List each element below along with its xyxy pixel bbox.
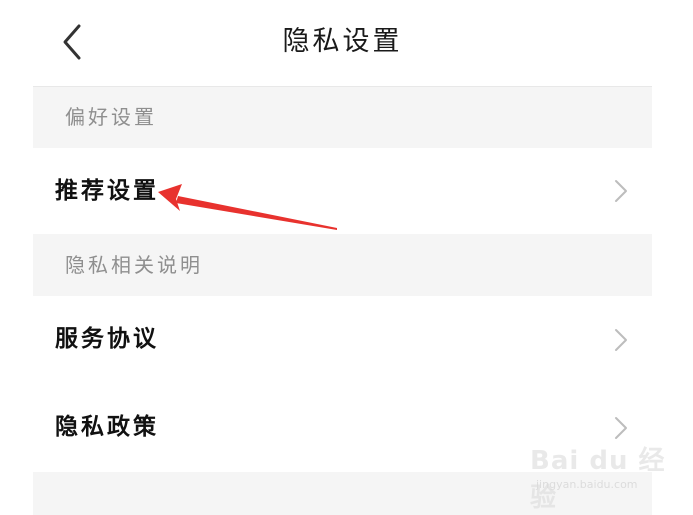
row-label: 推荐设置 [55,177,159,204]
watermark-url: jingyan.baidu.com [536,478,638,491]
row-label: 服务协议 [55,325,159,352]
settings-panel: 隐私设置 偏好设置 推荐设置 隐私相关说明 服务协议 隐私政策 [33,0,652,515]
screen: 隐私设置 偏好设置 推荐设置 隐私相关说明 服务协议 隐私政策 Bai du 经… [0,0,693,515]
row-label: 隐私政策 [55,413,159,440]
nav-header: 隐私设置 [33,0,652,87]
section-header-preferences: 偏好设置 [65,105,157,129]
section-header-privacy-info: 隐私相关说明 [65,253,203,277]
row-service-agreement[interactable]: 服务协议 [33,296,652,384]
chevron-right-icon [615,329,627,351]
page-title: 隐私设置 [282,26,403,57]
chevron-right-icon [615,417,627,439]
baidu-watermark: Bai du 经验 jingyan.baidu.com [530,440,670,513]
row-recommend-settings[interactable]: 推荐设置 [33,148,652,234]
chevron-right-icon [615,180,627,202]
watermark-logo: Bai du 经验 [530,446,666,513]
